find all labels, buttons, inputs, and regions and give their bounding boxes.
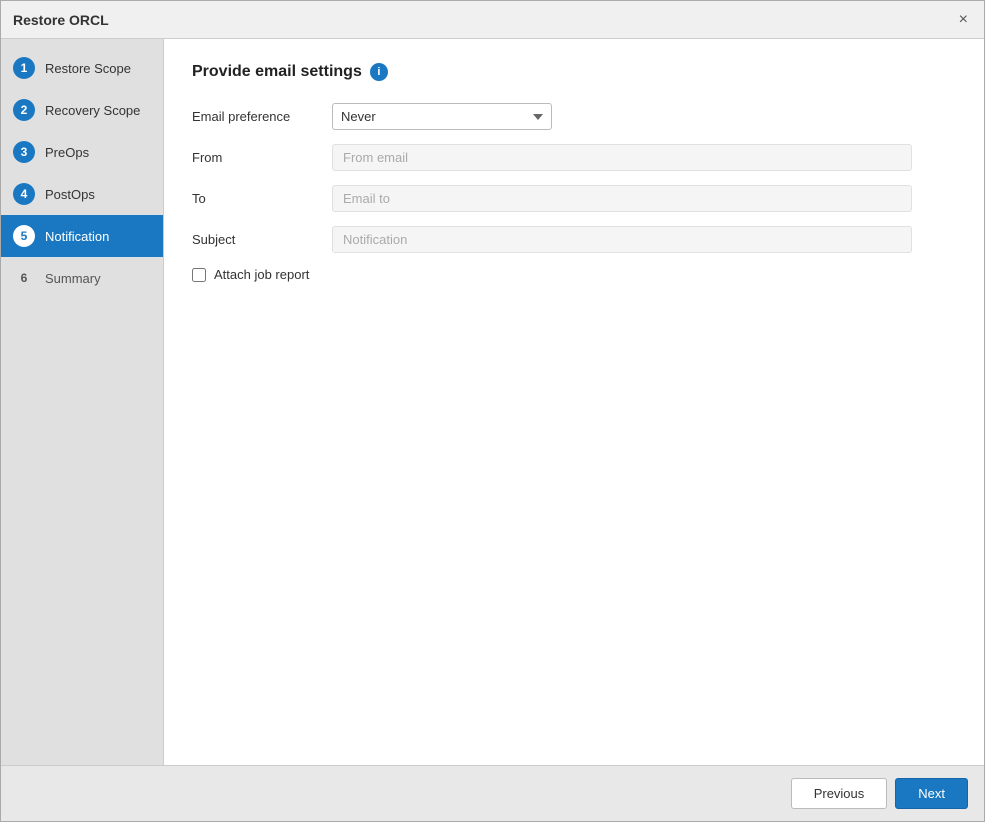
subject-control xyxy=(332,226,912,253)
step-badge-2: 2 xyxy=(13,99,35,121)
sidebar-label-2: Recovery Scope xyxy=(45,103,140,118)
sidebar-item-recovery-scope[interactable]: 2 Recovery Scope xyxy=(1,89,163,131)
sidebar-label-5: Notification xyxy=(45,229,109,244)
attach-report-checkbox[interactable] xyxy=(192,268,206,282)
sidebar-item-preops[interactable]: 3 PreOps xyxy=(1,131,163,173)
step-badge-3: 3 xyxy=(13,141,35,163)
sidebar-item-restore-scope[interactable]: 1 Restore Scope xyxy=(1,47,163,89)
from-control xyxy=(332,144,912,171)
dialog-footer: Previous Next xyxy=(1,765,984,821)
sidebar: 1 Restore Scope 2 Recovery Scope 3 PreOp… xyxy=(1,39,164,765)
sidebar-label-1: Restore Scope xyxy=(45,61,131,76)
subject-input[interactable] xyxy=(332,226,912,253)
from-input[interactable] xyxy=(332,144,912,171)
attach-report-label[interactable]: Attach job report xyxy=(214,267,309,282)
from-row: From xyxy=(192,144,956,171)
from-label: From xyxy=(192,150,332,165)
attach-report-row: Attach job report xyxy=(192,267,956,282)
close-button[interactable]: × xyxy=(955,10,972,30)
to-label: To xyxy=(192,191,332,206)
sidebar-label-6: Summary xyxy=(45,271,101,286)
sidebar-item-summary[interactable]: 6 Summary xyxy=(1,257,163,299)
email-preference-select[interactable]: Never On Failure Always xyxy=(332,103,552,130)
step-badge-1: 1 xyxy=(13,57,35,79)
to-row: To xyxy=(192,185,956,212)
dialog-titlebar: Restore ORCL × xyxy=(1,1,984,39)
email-preference-row: Email preference Never On Failure Always xyxy=(192,103,956,130)
subject-row: Subject xyxy=(192,226,956,253)
restore-dialog: Restore ORCL × 1 Restore Scope 2 Recover… xyxy=(0,0,985,822)
email-preference-control: Never On Failure Always xyxy=(332,103,912,130)
to-input[interactable] xyxy=(332,185,912,212)
sidebar-item-notification[interactable]: 5 Notification xyxy=(1,215,163,257)
main-content: Provide email settings i Email preferenc… xyxy=(164,39,984,765)
sidebar-item-postops[interactable]: 4 PostOps xyxy=(1,173,163,215)
email-preference-label: Email preference xyxy=(192,109,332,124)
sidebar-label-4: PostOps xyxy=(45,187,95,202)
sidebar-label-3: PreOps xyxy=(45,145,89,160)
info-icon[interactable]: i xyxy=(370,63,388,81)
step-badge-6: 6 xyxy=(13,267,35,289)
subject-label: Subject xyxy=(192,232,332,247)
to-control xyxy=(332,185,912,212)
dialog-body: 1 Restore Scope 2 Recovery Scope 3 PreOp… xyxy=(1,39,984,765)
dialog-title: Restore ORCL xyxy=(13,12,109,28)
next-button[interactable]: Next xyxy=(895,778,968,809)
previous-button[interactable]: Previous xyxy=(791,778,888,809)
step-badge-4: 4 xyxy=(13,183,35,205)
section-title: Provide email settings i xyxy=(192,63,956,81)
step-badge-5: 5 xyxy=(13,225,35,247)
